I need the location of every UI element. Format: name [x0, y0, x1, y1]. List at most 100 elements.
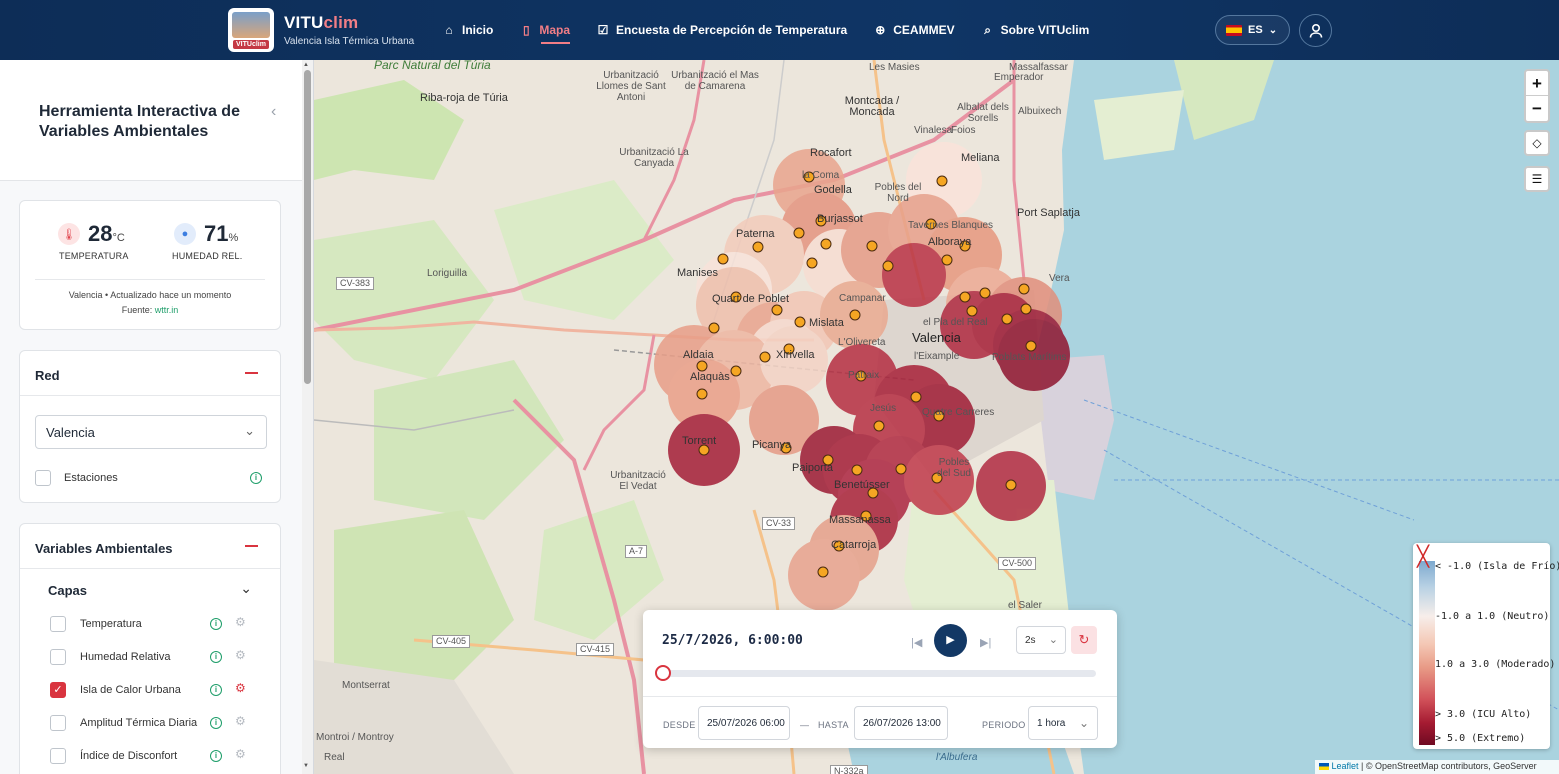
chevron-down-icon: ⌄ [1078, 716, 1089, 730]
eraser-button[interactable]: ◇ [1524, 130, 1550, 156]
language-selector[interactable]: ES ⌄ [1215, 15, 1290, 45]
timeline-handle[interactable] [655, 665, 671, 681]
weather-source-prefix: Fuente: [121, 305, 155, 315]
reset-button[interactable]: ↻ [1071, 626, 1097, 654]
skip-forward-icon[interactable]: ▶| [980, 636, 991, 649]
map-label: Albalat dels Sorells [957, 102, 1009, 124]
layer-checkbox-amplitud[interactable] [50, 715, 66, 731]
hasta-input[interactable]: 26/07/2026 13:00 [854, 706, 948, 740]
brand[interactable]: VITUclim Valencia Isla Térmica Urbana [284, 13, 414, 47]
map-label: Pobles del Nord [874, 182, 922, 204]
timeline-slider[interactable] [664, 670, 1096, 677]
map-label: Benetússer [834, 479, 890, 491]
network-select[interactable]: Valencia ⌄ [35, 415, 267, 449]
temperature-readout: 🌡 28°C [58, 221, 125, 247]
gear-icon[interactable]: ⚙ [235, 615, 246, 629]
periodo-value: 1 hora [1037, 718, 1066, 729]
map-label: Aldaia [683, 349, 714, 361]
stations-checkbox[interactable] [35, 470, 51, 486]
gear-icon[interactable]: ⚙ [235, 714, 246, 728]
play-icon: ▶ [946, 634, 955, 646]
nav-inicio[interactable]: ⌂ Inicio [442, 0, 493, 60]
collapse-minus-icon[interactable] [245, 545, 258, 547]
legend-item: 1.0 a 3.0 (Moderado) [1435, 659, 1556, 670]
layer-label: Amplitud Térmica Diaria [80, 717, 198, 729]
app-logo[interactable]: VITUclim [228, 8, 274, 52]
speed-select[interactable]: 2s ⌄ [1016, 626, 1066, 654]
brand-subtitle: Valencia Isla Térmica Urbana [284, 36, 415, 47]
legend-color-scale [1419, 561, 1435, 745]
layer-checkbox-isla-calor[interactable]: ✓ [50, 682, 66, 698]
info-icon[interactable]: i [210, 684, 222, 696]
main-nav: ⌂ Inicio ▯ Mapa ☑ Encuesta de Percepción… [442, 0, 1089, 60]
collapse-sidebar-icon[interactable]: ‹ [271, 103, 276, 121]
sidebar-header: Herramienta Interactiva de Variables Amb… [0, 60, 302, 181]
sidebar-scroll-thumb[interactable] [304, 70, 311, 384]
map-label: Vera [1049, 273, 1070, 284]
map-label: Meliana [961, 152, 1000, 164]
gear-icon[interactable]: ⚙ [235, 648, 246, 662]
road-label: CV-383 [336, 277, 375, 290]
desde-label: DESDE [663, 720, 696, 730]
layers-list-button[interactable]: ☰ [1524, 166, 1550, 192]
chevron-down-icon[interactable]: ⌄ [240, 580, 252, 597]
zoom-out-button[interactable]: − [1526, 96, 1548, 121]
info-icon[interactable]: i [210, 717, 222, 729]
nav-encuesta[interactable]: ☑ Encuesta de Percepción de Temperatura [596, 0, 848, 60]
periodo-label: PERIODO [982, 720, 1026, 730]
desde-input[interactable]: 25/07/2026 06:00 [698, 706, 790, 740]
map-label: Torrent [682, 435, 717, 447]
nav-sobre-label: Sobre VITUclim [1000, 23, 1090, 37]
scroll-down-arrow-icon[interactable]: ▼ [303, 763, 309, 769]
map-label: Parc Natural del Túria [374, 60, 491, 72]
home-icon: ⌂ [445, 23, 453, 37]
map-canvas[interactable]: Parc Natural del Túria Riba-roja de Túri… [314, 60, 1559, 774]
layer-checkbox-humedad[interactable] [50, 649, 66, 665]
weather-source-link[interactable]: wttr.in [155, 305, 179, 315]
map-label: Manises [677, 267, 718, 279]
humidity-label: HUMEDAD REL. [172, 251, 243, 261]
reset-icon: ↻ [1078, 632, 1090, 647]
info-icon[interactable]: i [210, 651, 222, 663]
road-label: N-332a [830, 765, 868, 774]
nav-ceammev[interactable]: ⊕ CEAMMEV [873, 0, 954, 60]
map-label: l'Eixample [914, 351, 960, 362]
nav-mapa[interactable]: ▯ Mapa [519, 0, 570, 60]
leaflet-link[interactable]: Leaflet [1332, 761, 1359, 771]
map-label: Massanassa [829, 514, 891, 526]
info-icon[interactable]: i [250, 472, 262, 484]
gear-icon[interactable]: ⚙ [235, 747, 246, 761]
checkbox-icon: ☑ [597, 23, 609, 37]
layer-checkbox-disconfort[interactable] [50, 748, 66, 764]
collapse-minus-icon[interactable] [245, 372, 258, 374]
map-label: Quart de Poblet [712, 293, 790, 305]
map-label: Picanya [752, 439, 792, 451]
map-label: Poblats Marítims [992, 352, 1067, 363]
nav-sobre[interactable]: ⌕ Sobre VITUclim [981, 0, 1090, 60]
info-icon[interactable]: i [210, 750, 222, 762]
map-label: Alboraya [928, 236, 972, 248]
capas-header[interactable]: Capas [48, 583, 87, 598]
layer-checkbox-temperatura[interactable] [50, 616, 66, 632]
zoom-in-button[interactable]: + [1526, 71, 1548, 96]
temperature-unit: °C [112, 232, 125, 244]
map-label: Jesús [870, 403, 897, 414]
map-label: Real [324, 752, 345, 763]
brand-name-accent: clim [323, 13, 359, 32]
map-label: Vinalesa [914, 125, 953, 136]
map-label: Riba-roja de Túria [420, 92, 508, 104]
player-range-bar: DESDE 25/07/2026 06:00 — HASTA 26/07/202… [643, 696, 1117, 748]
play-button[interactable]: ▶ [934, 624, 967, 657]
scroll-up-arrow-icon[interactable]: ▲ [303, 62, 309, 68]
nav-encuesta-label: Encuesta de Percepción de Temperatura [616, 23, 848, 37]
gear-icon[interactable]: ⚙ [235, 681, 246, 695]
time-player: 25/7/2026, 6:00:00 |◀ ▶ ▶| 2s ⌄ ↻ DESDE … [643, 610, 1117, 748]
periodo-select[interactable]: 1 hora ⌄ [1028, 706, 1098, 740]
info-icon[interactable]: i [210, 618, 222, 630]
skip-back-icon[interactable]: |◀ [911, 636, 922, 649]
user-account-button[interactable] [1299, 14, 1332, 47]
thermometer-icon: 🌡 [58, 223, 80, 245]
sidebar-title: Herramienta Interactiva de Variables Amb… [39, 103, 240, 140]
chevron-down-icon: ⌄ [1048, 634, 1058, 646]
layer-label: Isla de Calor Urbana [80, 684, 181, 696]
